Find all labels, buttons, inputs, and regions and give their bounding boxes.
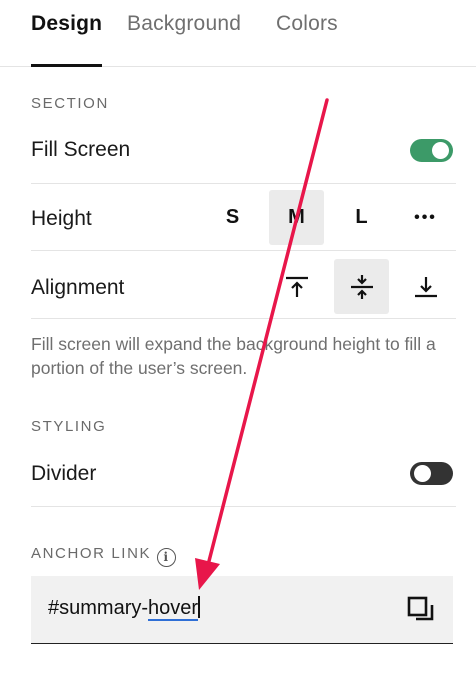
align-top-icon [285,276,308,297]
align-center-button[interactable] [334,259,389,314]
tab-design[interactable]: Design [31,12,102,36]
styling-heading: STYLING [31,418,107,435]
tab-bar: Design Background Colors [0,0,476,67]
height-row: Height S M L ••• [31,185,456,251]
anchor-link-heading-text: ANCHOR LINK [31,545,152,562]
info-icon[interactable]: i [157,548,177,567]
fill-screen-toggle[interactable] [410,139,453,162]
active-tab-indicator [31,64,102,67]
anchor-value-prefix: #summary- [48,597,149,619]
divider-row: Divider [31,441,456,507]
align-center-icon [350,274,373,299]
section-heading: SECTION [31,95,109,112]
height-option-m[interactable]: M [269,190,324,245]
text-caret [198,596,200,618]
anchor-value-selected: hover [148,597,199,621]
anchor-link-heading: ANCHOR LINK i [31,545,177,567]
height-more-button[interactable]: ••• [398,190,453,245]
copy-icon[interactable] [407,596,435,624]
height-label: Height [31,207,92,230]
align-bottom-icon [414,276,437,297]
divider-label: Divider [31,462,97,485]
toggle-knob [414,465,431,482]
height-option-s[interactable]: S [205,190,260,245]
anchor-link-value[interactable]: #summary-hover [48,596,200,621]
align-bottom-button[interactable] [398,259,453,314]
fill-screen-label: Fill Screen [31,138,131,161]
align-top-button[interactable] [269,259,324,314]
tab-colors[interactable]: Colors [276,12,338,36]
divider-toggle[interactable] [410,462,453,485]
fill-screen-row: Fill Screen [31,118,456,184]
tab-background[interactable]: Background [127,12,241,36]
toggle-knob [432,142,449,159]
height-option-l[interactable]: L [334,190,389,245]
anchor-link-input[interactable]: #summary-hover [31,576,453,644]
fill-screen-help-text: Fill screen will expand the background h… [31,334,436,378]
alignment-row: Alignment [31,253,456,319]
alignment-label: Alignment [31,276,125,299]
